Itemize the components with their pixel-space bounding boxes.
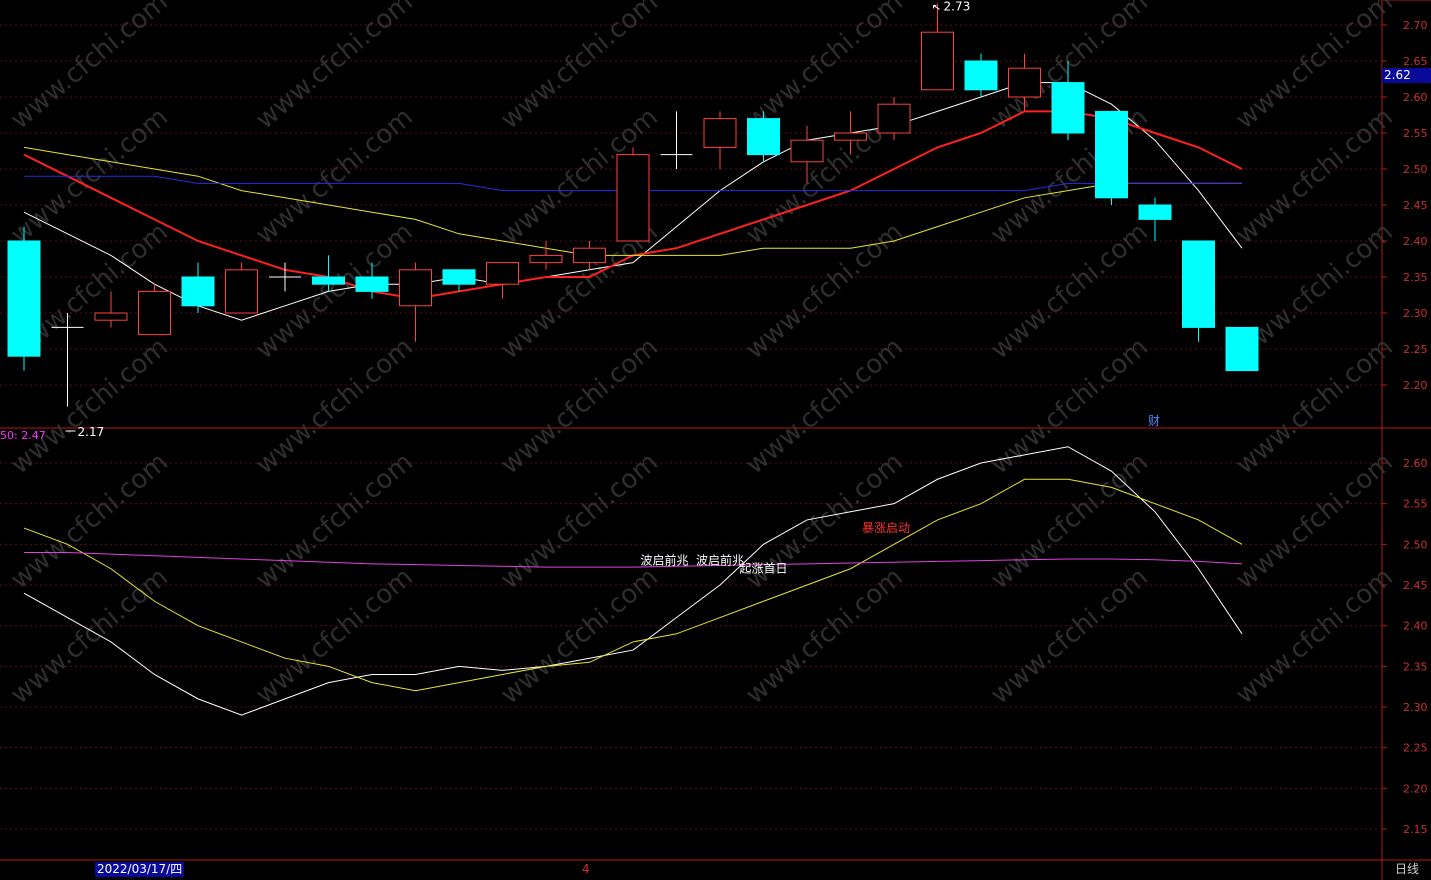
price-tick-label: 2.50 xyxy=(1403,163,1428,176)
stock-chart[interactable]: www.cfchi.com www.cfchi.com www.cfchi.com w… xyxy=(0,0,1431,880)
candle[interactable] xyxy=(138,284,171,336)
candle-body xyxy=(312,276,345,285)
candle-body xyxy=(486,262,519,285)
candle-body xyxy=(225,269,258,314)
high-annotation: 2.73 xyxy=(944,0,971,13)
candle-body xyxy=(1182,240,1215,328)
candle-body xyxy=(964,60,998,91)
price-tick-label: 2.65 xyxy=(1403,55,1428,68)
candle[interactable] xyxy=(399,262,432,342)
event-marker: 财 xyxy=(1148,414,1160,428)
candle-body xyxy=(138,290,171,336)
low-annotation: 2.17 xyxy=(78,425,105,439)
candle[interactable] xyxy=(964,53,998,97)
indicator-tick-label: 2.30 xyxy=(1403,701,1428,714)
candle-body xyxy=(573,247,606,264)
signal-label: 起涨首日 xyxy=(739,561,787,576)
candle-body xyxy=(1008,67,1041,98)
indicator-tick-label: 2.35 xyxy=(1403,660,1428,673)
candle-body xyxy=(94,312,128,321)
indicator-tick-label: 2.20 xyxy=(1403,782,1428,795)
indicator-tick-label: 2.55 xyxy=(1403,498,1428,511)
indicator-tick-label: 2.50 xyxy=(1403,538,1428,551)
candle-body xyxy=(181,276,215,307)
price-tick-label: 2.30 xyxy=(1403,307,1428,320)
candle-body xyxy=(399,269,432,307)
candle[interactable] xyxy=(660,111,693,169)
watermarks: www.cfchi.com www.cfchi.com www.cfchi.com w… xyxy=(5,0,1399,710)
candle-body xyxy=(1138,204,1172,220)
candle[interactable] xyxy=(181,262,215,313)
current-price-label: 2.62 xyxy=(1382,68,1431,83)
candle[interactable] xyxy=(747,111,780,162)
signal-label: 波启前兆 xyxy=(640,553,688,568)
price-axis: 2.70 2.65 2.60 2.55 2.50 2.45 2.40 2.35 2.30 2.25… xyxy=(1382,19,1428,836)
candle[interactable] xyxy=(51,313,84,407)
candle-body xyxy=(703,118,737,148)
candle[interactable] xyxy=(1095,110,1128,205)
candle-body xyxy=(1225,326,1259,372)
candle-body xyxy=(7,240,41,357)
candle-body xyxy=(1051,82,1085,134)
candle[interactable] xyxy=(7,226,41,371)
signal-label: 波启前兆 xyxy=(696,553,744,568)
high-annotation-arrow xyxy=(933,4,940,10)
candle[interactable] xyxy=(225,262,258,314)
indicator-tick-label: 2.45 xyxy=(1403,579,1428,592)
candle-body xyxy=(790,139,824,163)
candle[interactable] xyxy=(921,3,954,91)
price-tick-label: 2.40 xyxy=(1403,235,1428,248)
indicator-tick-label: 2.15 xyxy=(1403,823,1428,836)
signal-label: 暴涨启动 xyxy=(862,520,910,535)
candle-body xyxy=(834,132,867,141)
candle-body xyxy=(529,254,563,264)
candle[interactable] xyxy=(1225,326,1259,372)
period-selector[interactable]: 日线 xyxy=(1395,862,1419,877)
candle[interactable] xyxy=(703,111,737,169)
price-tick-label: 2.70 xyxy=(1403,19,1428,32)
candle-body xyxy=(616,154,650,242)
candle[interactable] xyxy=(442,269,476,292)
price-tick-label: 2.25 xyxy=(1403,343,1428,356)
candle-body xyxy=(747,118,780,156)
candle-body xyxy=(442,269,476,285)
candle-body xyxy=(921,31,954,91)
price-tick-label: 2.35 xyxy=(1403,271,1428,284)
indicator-tick-label: 2.60 xyxy=(1403,457,1428,470)
candle[interactable] xyxy=(529,241,563,270)
candle[interactable] xyxy=(486,262,519,299)
candle-body xyxy=(355,276,389,292)
date-cursor-label: 2022/03/17/四 xyxy=(95,862,185,877)
indicator-tick-label: 2.40 xyxy=(1403,620,1428,633)
price-tick-label: 2.20 xyxy=(1403,379,1428,392)
price-tick-label: 2.55 xyxy=(1403,127,1428,140)
price-tick-label: 2.60 xyxy=(1403,91,1428,104)
candle-body xyxy=(1095,110,1128,199)
candle[interactable] xyxy=(616,147,650,242)
indicator-line-3 xyxy=(24,551,1243,568)
candle-body xyxy=(877,103,911,134)
time-axis-marker: 4 xyxy=(582,862,590,876)
indicator-legend-label: 50: 2.47 xyxy=(0,429,46,442)
candle[interactable] xyxy=(1182,240,1215,342)
price-tick-label: 2.45 xyxy=(1403,199,1428,212)
indicator-tick-label: 2.25 xyxy=(1403,742,1428,755)
